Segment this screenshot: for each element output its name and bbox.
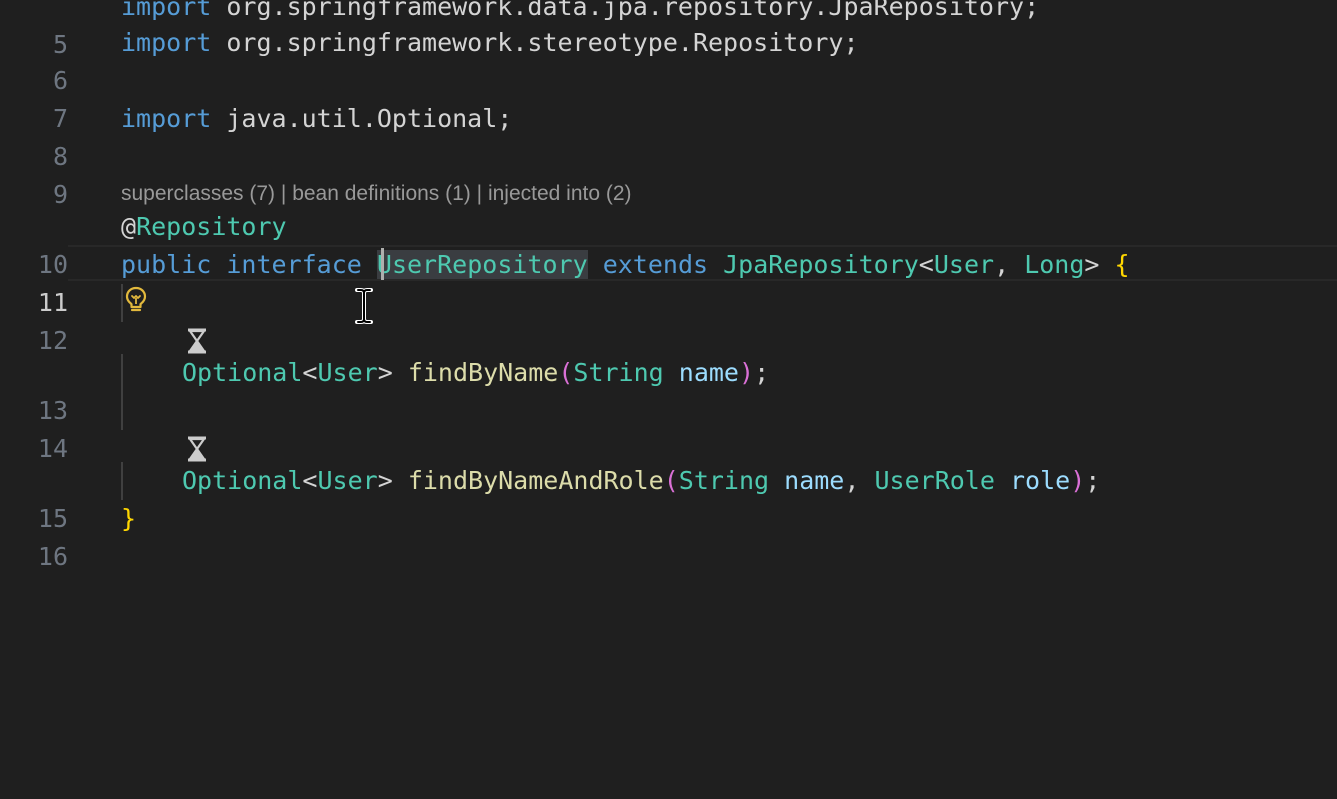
keyword-interface: interface (226, 250, 362, 279)
comma: , (844, 466, 860, 495)
param-name: role (1009, 466, 1071, 495)
keyword-extends: extends (602, 250, 709, 279)
generic-close: > (377, 358, 393, 387)
comma: , (994, 250, 1010, 279)
paren-open: ( (663, 466, 679, 495)
paren-open: ( (558, 358, 574, 387)
generic-arg-long: Long (1024, 250, 1085, 279)
code-line-6[interactable]: 6 import org.springframework.stereotype.… (0, 24, 1337, 95)
generic-close: > (1084, 250, 1100, 279)
codelens-injected-into[interactable]: injected into (2) (488, 182, 632, 205)
codelens-bean-definitions[interactable]: bean definitions (1) (292, 182, 471, 205)
keyword: import (121, 28, 212, 57)
import-path: java.util.Optional; (211, 104, 513, 133)
semicolon: ; (1085, 466, 1101, 495)
code-editor[interactable]: 5 import org.springframework.data.jpa.re… (0, 0, 1337, 799)
super-interface: JpaRepository (723, 250, 919, 279)
generic-open: < (302, 358, 318, 387)
line-number: 16 (37, 542, 68, 571)
close-brace: } (121, 504, 137, 533)
text-caret (381, 248, 384, 280)
import-path: org.springframework.stereotype.Repositor… (211, 28, 859, 57)
annotation-name: Repository (136, 212, 287, 241)
codelens-separator: | (470, 182, 488, 205)
codelens-superclasses[interactable]: superclasses (7) (121, 182, 275, 205)
code-line-13[interactable]: 13 Optional<User> findByName(String name… (0, 354, 1337, 425)
code-line-11[interactable]: 11 public interface UserRepository exten… (0, 246, 1337, 317)
code-line-5[interactable]: 5 import org.springframework.data.jpa.re… (0, 0, 1337, 59)
code-line-14[interactable]: 14 (0, 392, 1337, 463)
hourglass-icon[interactable] (186, 328, 208, 354)
param-name: name (784, 466, 845, 495)
semicolon: ; (754, 358, 770, 387)
text-cursor-icon (353, 288, 375, 324)
paren-close: ) (1070, 466, 1086, 495)
keyword-public: public (121, 250, 212, 279)
param-type: String (573, 358, 664, 387)
codelens-separator: | (275, 182, 293, 205)
method-name: findByNameAndRole (407, 466, 664, 495)
generic-arg-user: User (933, 250, 995, 279)
code-line-16[interactable]: 16 } (0, 500, 1337, 571)
keyword: import (121, 0, 212, 21)
paren-close: ) (739, 358, 755, 387)
param-type: UserRole (874, 466, 995, 495)
generic-close: > (377, 466, 393, 495)
return-type-arg: User (317, 358, 378, 387)
keyword: import (121, 104, 212, 133)
param-type: String (678, 466, 770, 495)
code-line-15[interactable]: 15 Optional<User> findByNameAndRole(Stri… (0, 462, 1337, 533)
interface-name[interactable]: UserRepository (376, 250, 588, 279)
code-line-7[interactable]: 7 (0, 62, 1337, 133)
method-name: findByName (407, 358, 559, 387)
code-line-9[interactable]: 9 (0, 138, 1337, 209)
generic-open: < (302, 466, 318, 495)
code-line-12[interactable]: 12 (0, 284, 1337, 355)
return-type: Optional (182, 358, 303, 387)
import-path: org.springframework.data.jpa.repository.… (211, 0, 1040, 21)
return-type: Optional (182, 466, 303, 495)
codelens-bar: superclasses (7) | bean definitions (1) … (121, 178, 632, 210)
annotation-at: @ (121, 212, 137, 241)
hourglass-icon[interactable] (186, 436, 208, 462)
code-line-8[interactable]: 8 import java.util.Optional; (0, 100, 1337, 171)
param-name: name (678, 358, 739, 387)
open-brace: { (1114, 250, 1130, 279)
code-line-10[interactable]: 10 @Repository (0, 208, 1337, 279)
lightbulb-icon[interactable] (122, 285, 150, 313)
generic-open: < (918, 250, 934, 279)
return-type-arg: User (317, 466, 378, 495)
